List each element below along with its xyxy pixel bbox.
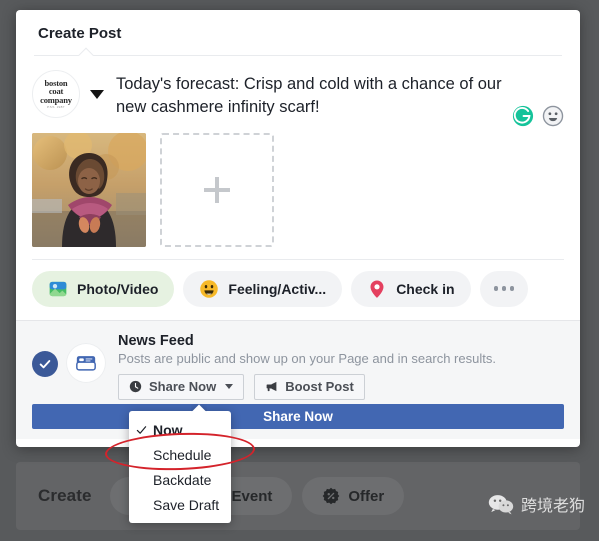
menu-item-now-label: Now <box>153 422 183 438</box>
attachments-row <box>16 123 580 259</box>
page-avatar[interactable]: boston coat company EST. 1987 <box>32 70 80 118</box>
page-logo-line3: company <box>40 96 72 105</box>
backdrop-item-event-label: Event <box>232 488 273 505</box>
chevron-down-icon <box>225 384 233 389</box>
tab-create-post[interactable]: Create Post <box>34 25 125 42</box>
post-text[interactable]: Today's forecast: Crisp and cold with a … <box>116 70 516 119</box>
pill-check-in-label: Check in <box>396 281 454 297</box>
footer-area: News Feed Posts are public and show up o… <box>16 320 580 439</box>
wechat-watermark-text: 跨境老狗 <box>521 492 585 516</box>
action-pill-row: Photo/Video Feeling/Activ... Check in <box>16 260 580 320</box>
location-pin-icon <box>367 279 387 299</box>
tab-notch <box>78 47 94 56</box>
boost-post-label: Boost Post <box>285 379 354 394</box>
pill-feeling-activity-label: Feeling/Activ... <box>228 281 326 297</box>
pill-check-in[interactable]: Check in <box>351 271 470 307</box>
modal-tab-bar: Create Post <box>16 10 580 56</box>
offer-percent-icon <box>322 487 340 505</box>
menu-item-schedule[interactable]: Schedule <box>129 442 231 467</box>
news-feed-icon <box>66 343 106 383</box>
check-icon <box>136 424 147 435</box>
schedule-dropdown-menu: Now Schedule Backdate Save Draft <box>129 411 231 523</box>
share-now-dropdown-button[interactable]: Share Now <box>118 374 244 400</box>
megaphone-icon <box>265 380 278 393</box>
menu-item-save-draft-label: Save Draft <box>153 497 219 513</box>
ellipsis-icon <box>494 286 515 291</box>
photo-video-icon <box>48 279 68 299</box>
check-glyph <box>38 357 52 371</box>
composer-tools <box>512 105 564 127</box>
wechat-icon <box>488 493 514 515</box>
composer-row: boston coat company EST. 1987 Today's fo… <box>16 56 580 123</box>
audience-title: News Feed <box>118 333 496 349</box>
share-now-dropdown-label: Share Now <box>149 379 216 394</box>
photo-preview <box>32 133 146 247</box>
menu-item-now[interactable]: Now <box>129 417 231 442</box>
news-feed-glyph <box>75 352 97 374</box>
menu-item-schedule-label: Schedule <box>153 447 211 463</box>
grammarly-icon[interactable] <box>512 105 534 127</box>
pill-more-options[interactable] <box>480 271 529 307</box>
menu-item-backdate[interactable]: Backdate <box>129 467 231 492</box>
backdrop-item-offer-label: Offer <box>348 488 384 505</box>
pill-feeling-activity[interactable]: Feeling/Activ... <box>183 271 342 307</box>
share-now-primary-button[interactable]: Share Now <box>32 404 564 429</box>
plus-icon <box>204 177 230 203</box>
schedule-row: Share Now Boost Post <box>118 374 496 400</box>
chevron-down-icon[interactable] <box>90 90 104 99</box>
wechat-watermark: 跨境老狗 <box>488 492 585 516</box>
boost-post-button[interactable]: Boost Post <box>254 374 365 400</box>
emoji-smiley-icon[interactable] <box>542 105 564 127</box>
pill-photo-video-label: Photo/Video <box>77 281 158 297</box>
backdrop-item-offer[interactable]: Offer <box>302 477 404 515</box>
page-logo-sub: EST. 1987 <box>40 106 72 110</box>
attached-photo-thumbnail[interactable] <box>32 133 146 247</box>
audience-description: Posts are public and show up on your Pag… <box>118 351 496 366</box>
menu-item-save-draft[interactable]: Save Draft <box>129 492 231 517</box>
feeling-activity-icon <box>199 279 219 299</box>
audience-text: News Feed Posts are public and show up o… <box>118 331 496 400</box>
add-photo-tile[interactable] <box>160 133 274 247</box>
clock-icon <box>129 380 142 393</box>
pill-photo-video[interactable]: Photo/Video <box>32 271 174 307</box>
create-post-modal: Create Post boston coat company EST. 198… <box>16 10 580 447</box>
backdrop-create-label: Create <box>38 486 92 506</box>
menu-item-backdate-label: Backdate <box>153 472 211 488</box>
page-logo: boston coat company EST. 1987 <box>40 79 72 110</box>
dropdown-arrow <box>191 404 207 412</box>
audience-row: News Feed Posts are public and show up o… <box>32 331 564 400</box>
check-circle-icon[interactable] <box>32 351 58 377</box>
